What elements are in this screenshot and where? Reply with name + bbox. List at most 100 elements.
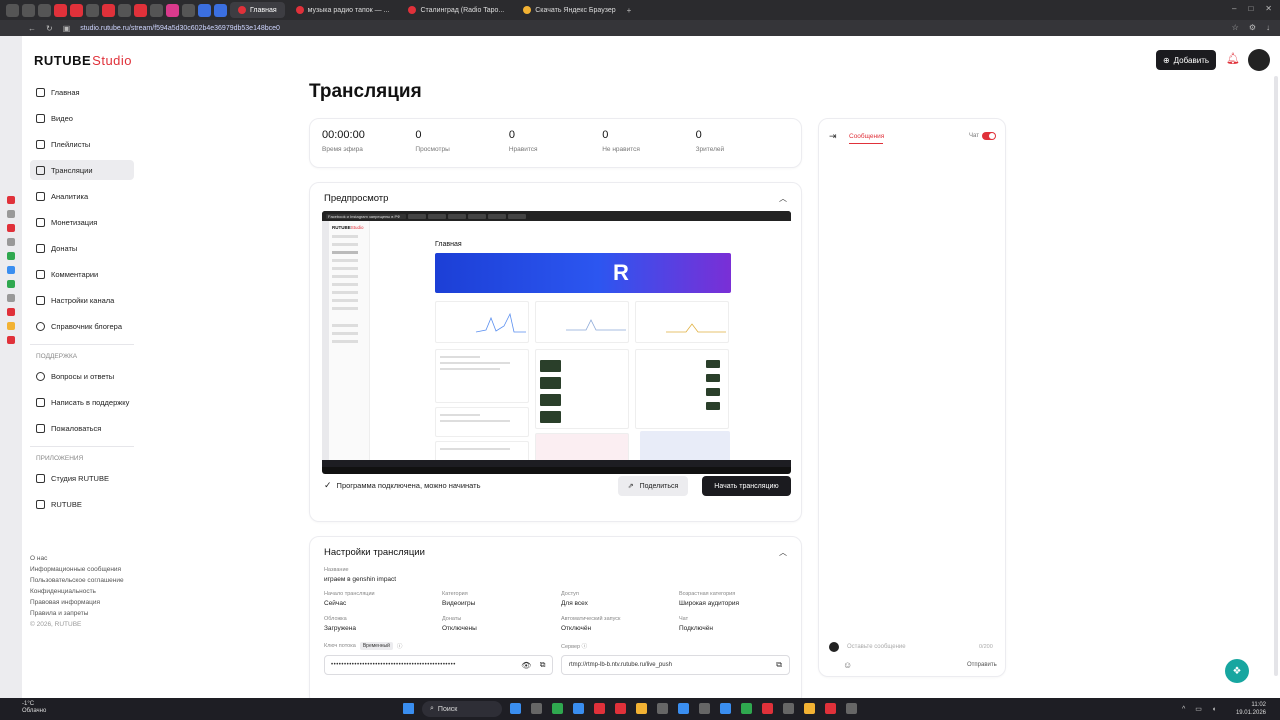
taskbar-app-icon[interactable] (531, 703, 542, 714)
download-icon[interactable]: ↓ (1266, 23, 1270, 32)
sidebar-item-broadcasts[interactable]: Трансляции (30, 160, 134, 180)
tab-icon[interactable] (118, 3, 131, 17)
taskbar-app-icon[interactable] (657, 703, 668, 714)
system-tray[interactable]: ^ ▭ ◖ (1182, 705, 1220, 713)
taskbar-app-icon[interactable] (762, 703, 773, 714)
rutube-studio-logo[interactable]: RUTUBEStudio (34, 53, 132, 68)
taskbar-app-icon[interactable] (783, 703, 794, 714)
collapse-chat-icon[interactable]: ⇥ (829, 131, 837, 142)
taskbar-search[interactable]: ⌕ Поиск (422, 701, 502, 717)
sidebar-item-studio-app[interactable]: Студия RUTUBE (30, 468, 134, 488)
tab-icon[interactable] (70, 3, 83, 17)
tab-home[interactable]: Главная (230, 2, 285, 18)
chat-message-input[interactable]: Оставьте сообщение (847, 644, 906, 650)
footer-link-terms[interactable]: Пользовательское соглашение (30, 577, 134, 584)
footer-link-privacy[interactable]: Конфиденциальность (30, 588, 134, 595)
sidebar-item-playlists[interactable]: Плейлисты (30, 134, 134, 154)
taskbar-app-icon[interactable] (846, 703, 857, 714)
sidebar-item-video[interactable]: Видео (30, 108, 134, 128)
sidebar-app-icon[interactable] (7, 196, 15, 204)
new-tab-button[interactable]: + (627, 6, 632, 15)
footer-link-rules[interactable]: Правила и запреты (30, 610, 134, 617)
sidebar-app-icon[interactable] (7, 210, 15, 218)
clock[interactable]: 11:02 19.01.2026 (1236, 701, 1266, 717)
stream-key-field[interactable]: ••••••••••••••••••••••••••••••••••••••••… (324, 655, 553, 675)
sidebar-item-monetization[interactable]: Монетизация (30, 212, 134, 232)
avatar[interactable] (1248, 49, 1270, 71)
url-field[interactable]: studio.rutube.ru/stream/f594a5d30c602b4e… (80, 25, 280, 32)
weather-widget[interactable]: -1°C Облачно (22, 701, 46, 715)
windows-start-icon[interactable] (403, 703, 414, 714)
back-icon[interactable]: ← (28, 24, 36, 33)
close-icon[interactable]: ✕ (1265, 4, 1272, 13)
taskbar-app-icon[interactable] (741, 703, 752, 714)
tab-icon[interactable] (182, 3, 195, 17)
taskbar-app-icon[interactable] (573, 703, 584, 714)
sidebar-app-icon[interactable] (7, 238, 15, 246)
taskbar-app-icon[interactable] (594, 703, 605, 714)
chevron-up-icon[interactable]: ︿ (779, 193, 787, 204)
sidebar-item-guide[interactable]: Справочник блогера (30, 316, 134, 336)
extensions-icon[interactable]: ⚙ (1249, 23, 1256, 32)
taskbar-app-icon[interactable] (552, 703, 563, 714)
support-chat-button[interactable]: ❖ (1225, 659, 1249, 683)
sidebar-app-icon[interactable] (7, 252, 15, 260)
share-button[interactable]: ⇗ Поделиться (618, 476, 688, 496)
sidebar-item-rutube-app[interactable]: RUTUBE (30, 494, 134, 514)
bell-icon[interactable]: 🔔︎ (1226, 52, 1240, 66)
send-button[interactable]: Отправить (967, 662, 997, 668)
bookmark-icon[interactable]: ☆ (1232, 23, 1239, 32)
tab-icon[interactable] (134, 3, 147, 17)
footer-link-about[interactable]: О нас (30, 555, 134, 562)
maximize-icon[interactable]: □ (1248, 4, 1253, 13)
sidebar-app-icon[interactable] (7, 266, 15, 274)
sidebar-item-home[interactable]: Главная (30, 82, 134, 102)
tab-icon[interactable] (214, 3, 227, 17)
sidebar-app-icon[interactable] (7, 224, 15, 232)
sidebar-app-icon[interactable] (7, 280, 15, 288)
sidebar-app-icon[interactable] (7, 294, 15, 302)
sidebar-item-analytics[interactable]: Аналитика (30, 186, 134, 206)
sidebar-item-write-support[interactable]: Написать в поддержку (30, 392, 134, 412)
tab-icon[interactable] (166, 3, 179, 17)
eye-icon[interactable]: 👁︎ (521, 661, 532, 670)
sidebar-app-icon[interactable] (7, 336, 15, 344)
tab-stalingrad[interactable]: Сталинград (Radio Tapo... (400, 2, 512, 18)
taskbar-app-icon[interactable] (678, 703, 689, 714)
tab-icon[interactable] (102, 3, 115, 17)
taskbar-app-icon[interactable] (510, 703, 521, 714)
sidebar-app-icon[interactable] (7, 308, 15, 316)
sidebar-item-faq[interactable]: Вопросы и ответы (30, 366, 134, 386)
sidebar-app-icon[interactable] (7, 322, 15, 330)
copy-icon[interactable]: ⧉ (776, 660, 782, 670)
taskbar-app-icon[interactable] (636, 703, 647, 714)
footer-link-info[interactable]: Информационные сообщения (30, 566, 134, 573)
taskbar-app-icon[interactable] (615, 703, 626, 714)
taskbar-app-icon[interactable] (699, 703, 710, 714)
taskbar-app-icon[interactable] (804, 703, 815, 714)
tab-icon[interactable] (86, 3, 99, 17)
tab-music[interactable]: музыка радио тапок — ... (288, 2, 398, 18)
tab-icon[interactable] (22, 3, 35, 17)
tab-icon[interactable] (54, 3, 67, 17)
tab-yandex[interactable]: Скачать Яндекс Браузер (515, 2, 623, 18)
start-stream-button[interactable]: Начать трансляцию (702, 476, 791, 496)
copy-icon[interactable]: ⧉ (540, 660, 546, 670)
minimize-icon[interactable]: – (1232, 4, 1236, 13)
emoji-icon[interactable]: ☺ (843, 660, 852, 670)
taskbar-app-icon[interactable] (825, 703, 836, 714)
sidebar-item-comments[interactable]: Комментарии (30, 264, 134, 284)
sidebar-item-report[interactable]: Пожаловаться (30, 418, 134, 438)
taskbar-app-icon[interactable] (720, 703, 731, 714)
footer-link-legal[interactable]: Правовая информация (30, 599, 134, 606)
info-icon[interactable]: ⓘ (397, 642, 403, 650)
chat-toggle[interactable] (982, 132, 996, 140)
chevron-up-icon[interactable]: ︿ (779, 547, 787, 558)
server-field[interactable]: rtmp://rtmp-lb-b.ntv.rutube.ru/live_push… (561, 655, 790, 675)
tab-icon[interactable] (6, 3, 19, 17)
page-scrollbar[interactable] (1274, 76, 1278, 676)
tab-icon[interactable] (150, 3, 163, 17)
tab-messages[interactable]: Сообщения (849, 133, 884, 140)
sidebar-item-channel-settings[interactable]: Настройки канала (30, 290, 134, 310)
tab-icon[interactable] (38, 3, 51, 17)
